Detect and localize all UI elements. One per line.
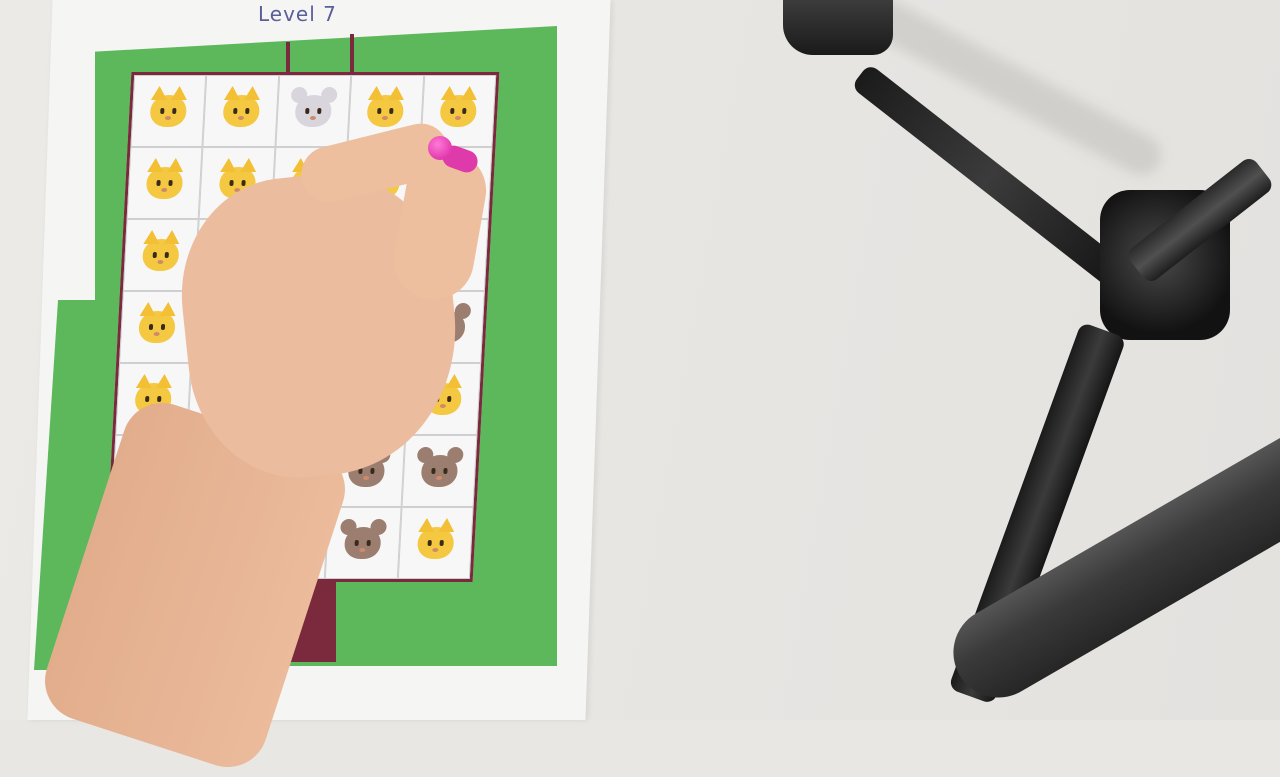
grid-cell (275, 75, 352, 147)
grid-cell (202, 75, 280, 147)
cat-face-icon (416, 527, 455, 559)
grid-cell (126, 147, 203, 219)
mouse-face-icon (294, 95, 333, 127)
push-pin-icon[interactable] (428, 136, 452, 160)
grid-cell (401, 435, 478, 507)
grid-cell (397, 507, 474, 579)
mouse-face-icon (344, 527, 382, 559)
cat-face-icon (142, 239, 180, 271)
cat-face-icon (138, 311, 177, 343)
cat-face-icon (149, 95, 188, 127)
level-title: Level 7 (258, 2, 337, 26)
grid-cell (130, 75, 207, 147)
mouse-face-icon (420, 455, 459, 487)
cat-face-icon (222, 95, 260, 127)
cat-face-icon (439, 95, 477, 127)
tripod-foot (783, 0, 893, 55)
cat-face-icon (366, 95, 405, 127)
cat-face-icon (145, 167, 184, 199)
